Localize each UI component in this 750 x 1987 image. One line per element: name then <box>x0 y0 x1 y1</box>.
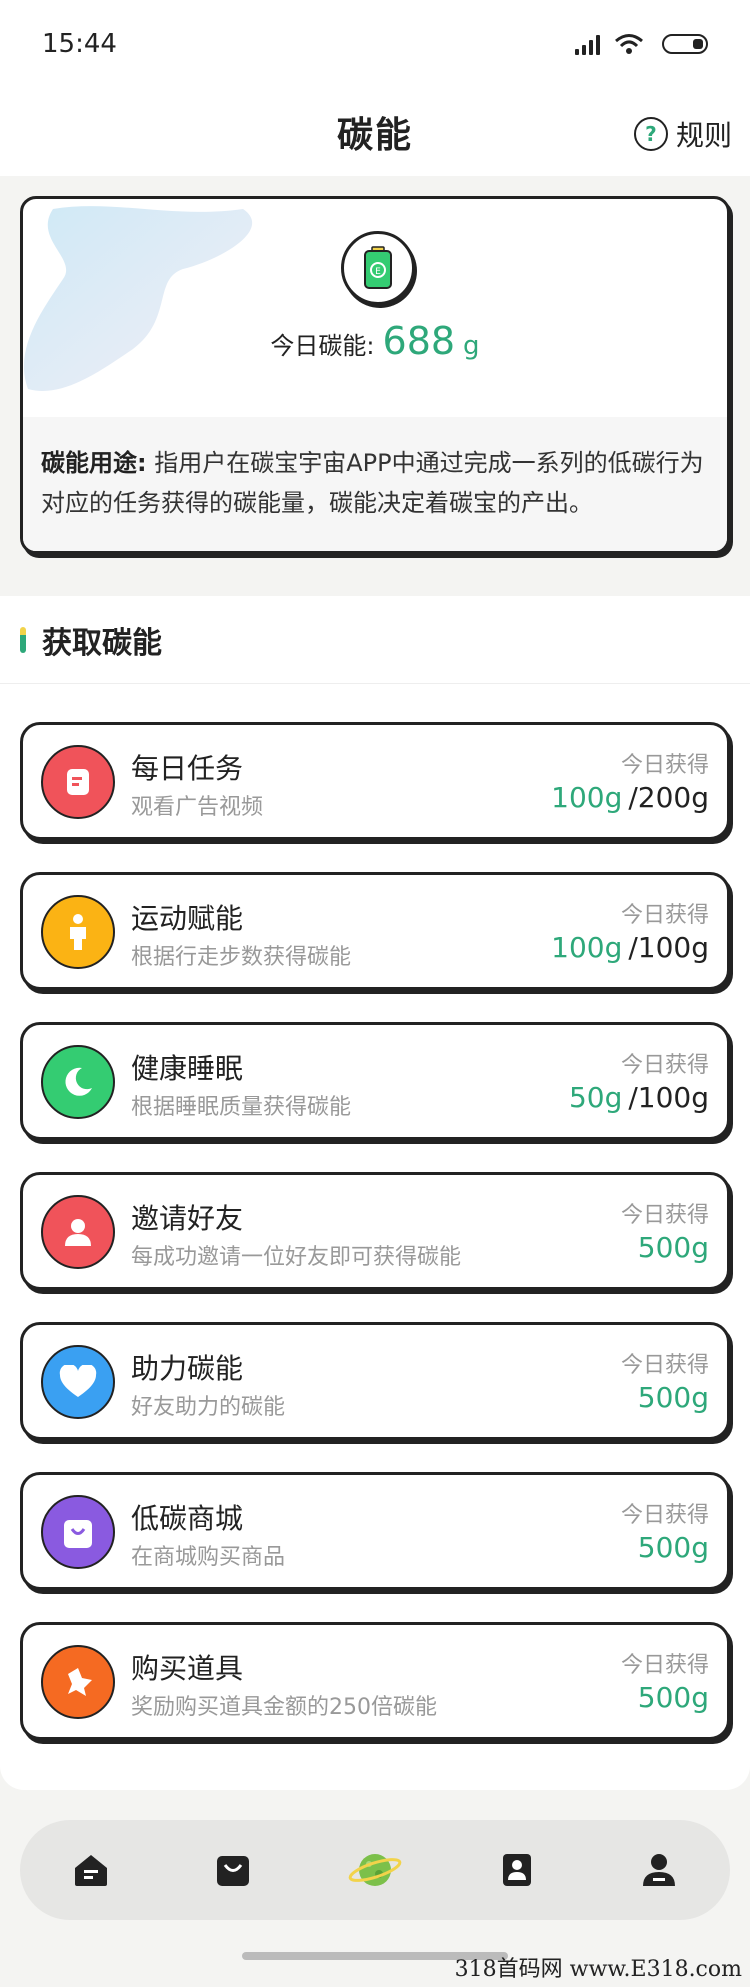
rules-label: 规则 <box>675 119 732 152</box>
today-energy-row: 今日碳能: 688 g <box>23 319 727 363</box>
task-card-props[interactable]: 购买道具 奖励购买道具金额的250倍碳能 今日获得 500g <box>20 1622 730 1740</box>
nav-shop[interactable] <box>203 1840 263 1900</box>
task-title: 购买道具 <box>131 1652 244 1685</box>
battery-status-icon <box>662 34 708 54</box>
task-title: 健康睡眠 <box>131 1052 244 1085</box>
status-time: 15:44 <box>42 29 117 59</box>
heart-icon <box>41 1345 115 1419</box>
task-earned: 500g <box>638 1231 709 1264</box>
task-earned: 50g /100g <box>569 1081 709 1114</box>
earn-energy-panel: 获取碳能 每日任务 观看广告视频 今日获得 100g /200g 运动赋能 根据… <box>0 596 750 1790</box>
task-earned-label: 今日获得 <box>620 1203 709 1228</box>
profile-icon <box>643 1854 675 1886</box>
task-subtitle: 根据睡眠质量获得碳能 <box>131 1095 352 1120</box>
task-earned-label: 今日获得 <box>620 1353 709 1378</box>
planet-icon <box>348 1854 402 1886</box>
watermark: 318首码网 www.E318.com <box>454 1957 742 1982</box>
task-title: 低碳商城 <box>131 1502 244 1535</box>
task-earned-label: 今日获得 <box>620 753 709 778</box>
nav-profile[interactable] <box>629 1840 689 1900</box>
today-energy-label: 今日碳能: <box>270 332 375 360</box>
status-icons <box>575 33 708 55</box>
tool-icon <box>41 1645 115 1719</box>
task-subtitle: 根据行走步数获得碳能 <box>131 945 352 970</box>
task-earned: 500g <box>638 1681 709 1714</box>
moon-icon <box>41 1045 115 1119</box>
task-title: 助力碳能 <box>131 1352 244 1385</box>
section-header: 获取碳能 <box>0 596 750 684</box>
task-earned-label: 今日获得 <box>620 1503 709 1528</box>
page-title: 碳能 <box>336 115 413 156</box>
earned-value: 500g <box>637 1231 709 1264</box>
rules-button[interactable]: ? 规则 <box>633 114 732 154</box>
status-bar: 15:44 <box>0 0 750 88</box>
bottom-nav <box>20 1820 730 1920</box>
contacts-icon <box>503 1854 531 1886</box>
decorative-wave <box>23 206 253 391</box>
section-title: 获取碳能 <box>42 625 162 661</box>
task-earned: 500g <box>638 1531 709 1564</box>
task-earned: 100g /200g <box>551 781 709 814</box>
task-subtitle: 奖励购买道具金额的250倍碳能 <box>131 1695 437 1720</box>
shopping-bag-icon <box>41 1495 115 1569</box>
section-marker <box>20 626 26 653</box>
task-earned-label: 今日获得 <box>620 903 709 928</box>
task-subtitle: 每成功邀请一位好友即可获得碳能 <box>131 1245 462 1270</box>
energy-usage-description: 碳能用途: 指用户在碳宝宇宙APP中通过完成一系列的低碳行为对应的任务获得的碳能… <box>23 417 727 551</box>
today-energy-value: 688 <box>382 319 456 363</box>
task-card-daily[interactable]: 每日任务 观看广告视频 今日获得 100g /200g <box>20 722 730 840</box>
energy-summary-card: E 今日碳能: 688 g 碳能用途: 指用户在碳宝宇宙APP中通过完成一系列的… <box>20 196 730 554</box>
svg-text:E: E <box>375 267 381 277</box>
earned-value: 500g <box>637 1531 709 1564</box>
battery-energy-icon: E <box>341 231 415 305</box>
task-subtitle: 在商城购买商品 <box>131 1545 286 1570</box>
earned-value: 500g <box>637 1381 709 1414</box>
walking-person-icon <box>41 895 115 969</box>
task-card-exercise[interactable]: 运动赋能 根据行走步数获得碳能 今日获得 100g /100g <box>20 872 730 990</box>
earned-value: 100g <box>551 931 623 964</box>
earned-value: 100g <box>551 781 623 814</box>
earned-value: 50g <box>568 1081 623 1114</box>
task-earned-label: 今日获得 <box>620 1653 709 1678</box>
task-earned: 100g /100g <box>551 931 709 964</box>
question-circle-icon: ? <box>633 117 668 151</box>
header: 碳能 ? 规则 <box>0 88 750 176</box>
nav-home[interactable] <box>61 1840 121 1900</box>
earned-total: /100g <box>628 931 709 964</box>
today-energy-unit: g <box>463 331 480 361</box>
task-title: 运动赋能 <box>131 902 244 935</box>
user-icon <box>41 1195 115 1269</box>
task-subtitle: 观看广告视频 <box>131 795 264 820</box>
task-earned-label: 今日获得 <box>620 1053 709 1078</box>
task-card-mall[interactable]: 低碳商城 在商城购买商品 今日获得 500g <box>20 1472 730 1590</box>
task-card-assist[interactable]: 助力碳能 好友助力的碳能 今日获得 500g <box>20 1322 730 1440</box>
earned-value: 500g <box>637 1681 709 1714</box>
task-subtitle: 好友助力的碳能 <box>131 1395 286 1420</box>
earned-total: /100g <box>628 1081 709 1114</box>
home-icon <box>75 1855 107 1886</box>
nav-contacts[interactable] <box>487 1840 547 1900</box>
task-earned: 500g <box>638 1381 709 1414</box>
signal-icon <box>575 33 600 55</box>
nav-planet[interactable] <box>345 1840 405 1900</box>
task-title: 邀请好友 <box>131 1202 244 1235</box>
task-card-sleep[interactable]: 健康睡眠 根据睡眠质量获得碳能 今日获得 50g /100g <box>20 1022 730 1140</box>
usage-title: 碳能用途: <box>41 449 147 477</box>
task-card-invite[interactable]: 邀请好友 每成功邀请一位好友即可获得碳能 今日获得 500g <box>20 1172 730 1290</box>
wifi-icon <box>615 34 643 54</box>
document-icon <box>41 745 115 819</box>
task-title: 每日任务 <box>131 752 244 785</box>
shop-bag-icon <box>217 1856 249 1886</box>
earned-total: /200g <box>628 781 709 814</box>
